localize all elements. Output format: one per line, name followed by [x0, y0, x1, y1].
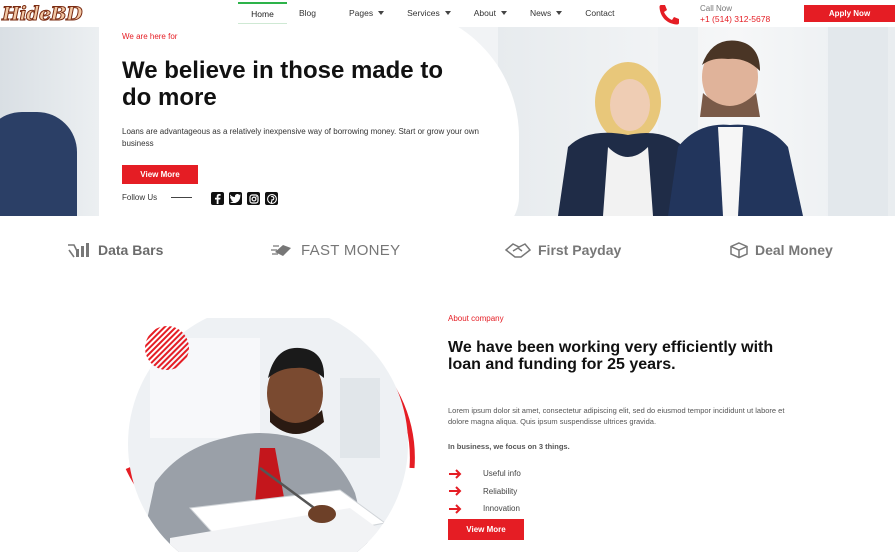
nav-item-label: Pages [349, 8, 374, 18]
nav-item-label: Services [407, 8, 440, 18]
brand-fast-money: FAST MONEY [271, 240, 400, 260]
nav-item-services[interactable]: Services [395, 2, 462, 24]
site-logo[interactable]: HideBD [1, 0, 83, 27]
hero-title: We believe in those made to do more [122, 57, 443, 111]
about-view-more-button[interactable]: View More [448, 519, 524, 540]
brand-data-bars: Data Bars [66, 240, 163, 260]
about-title: We have been working very efficiently wi… [448, 339, 774, 373]
hero-kicker: We are here for [122, 32, 178, 41]
site-header: HideBD Home Blog Pages Services About Ne… [0, 0, 895, 27]
follow-divider [171, 197, 193, 198]
list-item-label: Reliability [483, 486, 518, 496]
nav-item-label: About [473, 8, 496, 18]
nav-item-label: Home [251, 8, 274, 19]
nav-item-contact[interactable]: Contact [573, 2, 625, 24]
nav-item-label: Blog [299, 8, 317, 18]
nav-item-label: Contact [585, 8, 615, 18]
chevron-down-icon [556, 11, 563, 15]
hero-person-silhouette [0, 112, 77, 216]
hero-content-card [99, 27, 519, 216]
chevron-down-icon [444, 11, 451, 15]
hero-photo-couple [498, 27, 895, 216]
chevron-down-icon [378, 11, 385, 15]
follow-us: Follow Us [122, 193, 193, 202]
fast-money-icon [271, 242, 295, 258]
nav-item-home[interactable]: Home [238, 2, 287, 24]
arrow-right-icon [448, 486, 462, 496]
chevron-down-icon [500, 11, 507, 15]
facebook-icon[interactable] [211, 192, 224, 205]
arrow-right-icon [448, 504, 462, 514]
social-links [211, 192, 278, 205]
hero-view-more-button[interactable]: View More [122, 165, 198, 184]
brand-deal-money: Deal Money [729, 240, 833, 260]
call-text: Call Now +1 (514) 312-5678 [700, 3, 770, 25]
call-number[interactable]: +1 (514) 312-5678 [700, 14, 770, 25]
handshake-icon [504, 242, 532, 258]
pinterest-icon[interactable] [265, 192, 278, 205]
arrow-right-icon [448, 469, 462, 479]
list-item: Innovation [448, 500, 521, 518]
about-description: Lorem ipsum dolor sit amet, consectetur … [448, 406, 785, 426]
brand-name: First Payday [538, 242, 622, 258]
instagram-icon[interactable] [247, 192, 260, 205]
list-item-label: Useful info [483, 469, 521, 479]
nav-item-news[interactable]: News [518, 2, 573, 24]
brand-first-payday: First Payday [504, 240, 621, 260]
hero-description: Loans are advantageous as a relatively i… [122, 127, 479, 148]
nav-item-label: News [529, 8, 552, 18]
list-item: Reliability [448, 483, 521, 501]
brand-logos: Data Bars FAST MONEY First Payday Deal M… [0, 232, 895, 268]
call-now[interactable]: Call Now +1 (514) 312-5678 [655, 2, 770, 26]
phone-icon [655, 3, 681, 25]
brand-name: Deal Money [755, 242, 833, 258]
follow-us-label: Follow Us [122, 193, 158, 202]
main-nav: Home Blog Pages Services About News Cont… [238, 2, 626, 24]
about-image [110, 316, 420, 552]
hero-section: We are here for We believe in those made… [0, 27, 895, 216]
list-item-label: Innovation [483, 504, 520, 514]
call-label: Call Now [700, 4, 733, 13]
box-icon [729, 241, 749, 259]
apply-now-button[interactable]: Apply Now [804, 5, 895, 22]
brand-name: Data Bars [98, 242, 164, 258]
brand-name: FAST MONEY [301, 241, 401, 259]
twitter-icon[interactable] [229, 192, 242, 205]
data-bars-icon [66, 241, 92, 259]
about-kicker: About company [448, 314, 504, 323]
about-feature-list: Useful info Reliability Innovation [448, 465, 521, 518]
nav-item-blog[interactable]: Blog [287, 2, 327, 24]
about-focus-label: In business, we focus on 3 things. [448, 442, 570, 451]
list-item: Useful info [448, 465, 521, 483]
nav-item-pages[interactable]: Pages [327, 2, 395, 24]
nav-item-about[interactable]: About [462, 2, 518, 24]
